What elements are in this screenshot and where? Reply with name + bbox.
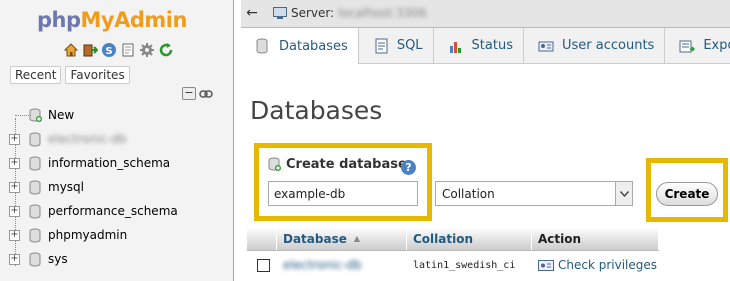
collation-select-value: Collation [442, 187, 495, 201]
navigation-panel: phpMyAdmin S Recent Favorites − New + el… [0, 0, 234, 281]
tree-label[interactable]: information_schema [48, 156, 170, 170]
collapse-all-button[interactable]: − [182, 87, 196, 100]
expand-icon[interactable]: + [9, 134, 20, 145]
tree-item-database[interactable]: + performance_schema [0, 200, 234, 224]
main-panel: ← Server: localhost:3306 Databases SQL S… [241, 0, 730, 281]
expand-icon[interactable]: + [9, 158, 20, 169]
table-row: electronic-db latin1_swedish_ci Check pr… [247, 251, 659, 279]
tab-label: Databases [279, 38, 348, 54]
row-select-cell [247, 258, 277, 272]
tab-sql[interactable]: SQL [359, 28, 434, 63]
home-icon[interactable] [63, 42, 79, 58]
create-button[interactable]: Create [656, 182, 718, 206]
nav-icon-toolbar: S [63, 42, 174, 58]
collation-select[interactable]: Collation [435, 181, 633, 206]
favorites-tab[interactable]: Favorites [65, 66, 130, 84]
tree-label[interactable]: sys [48, 252, 68, 266]
logo-php-text: php [37, 8, 81, 32]
new-database-icon [29, 108, 42, 123]
database-icon [29, 132, 41, 147]
phpmyadmin-logo[interactable]: phpMyAdmin [37, 8, 187, 32]
header-database[interactable]: Database ▲ [277, 227, 407, 250]
header-action: Action [532, 227, 659, 250]
tree-item-database[interactable]: + mysql [0, 176, 234, 200]
query-window-icon[interactable]: S [101, 42, 117, 58]
tab-status[interactable]: Status [434, 28, 524, 63]
database-tree: New + electronic-db + information_schema… [0, 104, 234, 272]
tab-databases[interactable]: Databases [241, 28, 359, 64]
new-database-icon [268, 157, 281, 171]
database-icon [255, 38, 271, 54]
recent-tab[interactable]: Recent [10, 66, 62, 84]
expand-icon[interactable]: + [9, 230, 20, 241]
tree-item-database[interactable]: + information_schema [0, 152, 234, 176]
create-database-text: Create database [286, 157, 407, 172]
user-accounts-icon [538, 38, 554, 54]
row-database-name[interactable]: electronic-db [277, 258, 407, 272]
logo-myadmin-text: MyAdmin [80, 8, 188, 32]
server-icon [273, 7, 287, 19]
tab-label: User accounts [561, 38, 655, 53]
tree-item-database[interactable]: + electronic-db [0, 128, 234, 152]
database-icon [29, 252, 41, 267]
server-breadcrumb[interactable]: Server: localhost:3306 [273, 6, 427, 20]
create-database-label: Create database [268, 157, 407, 172]
database-icon [29, 180, 41, 195]
main-tabs: Databases SQL Status User accounts Expor [241, 28, 730, 64]
page-title: Databases [250, 96, 383, 125]
row-collation: latin1_swedish_ci [413, 259, 516, 271]
databases-table: Database ▲ Collation Action electronic-d… [247, 227, 659, 279]
tab-user-accounts[interactable]: User accounts [524, 28, 666, 63]
tree-item-database[interactable]: + sys [0, 248, 234, 272]
sort-ascending-icon: ▲ [353, 234, 361, 243]
expand-icon[interactable]: + [9, 206, 20, 217]
tree-label[interactable]: phpmyadmin [48, 228, 127, 242]
reload-icon[interactable] [158, 42, 174, 58]
privileges-icon [538, 260, 554, 271]
top-breadcrumb-bar: ← Server: localhost:3306 [241, 0, 730, 28]
tab-label: Status [471, 38, 513, 53]
header-select-column [247, 227, 277, 250]
database-icon [29, 228, 41, 243]
link-with-main-icon[interactable] [199, 87, 213, 100]
chevron-down-icon[interactable] [615, 182, 632, 205]
export-icon [679, 38, 696, 54]
check-privileges-label: Check privileges [558, 258, 658, 272]
check-privileges-link[interactable]: Check privileges [532, 258, 659, 272]
tree-branch [15, 115, 29, 116]
status-icon [448, 38, 464, 54]
sql-icon [373, 38, 389, 54]
tab-label: Expor [703, 38, 730, 53]
expand-icon[interactable]: + [9, 182, 20, 193]
tree-controls: − [182, 87, 213, 100]
back-arrow-icon[interactable]: ← [243, 5, 261, 23]
tree-item-new[interactable]: New [0, 104, 234, 128]
tree-label[interactable]: performance_schema [48, 204, 178, 218]
expand-icon[interactable]: + [9, 254, 20, 265]
server-name[interactable]: localhost:3306 [338, 6, 426, 20]
documentation-icon[interactable] [120, 42, 136, 58]
table-header: Database ▲ Collation Action [247, 227, 659, 251]
tree-label[interactable]: mysql [48, 180, 84, 194]
nav-tabs: Recent Favorites [10, 66, 130, 84]
header-database-label: Database [283, 231, 347, 246]
tab-export[interactable]: Expor [665, 28, 730, 63]
help-icon[interactable]: ? [401, 160, 416, 175]
tree-item-database[interactable]: + phpmyadmin [0, 224, 234, 248]
header-collation[interactable]: Collation [407, 227, 532, 250]
tree-label[interactable]: New [48, 108, 74, 122]
exit-icon[interactable] [82, 42, 98, 58]
row-checkbox[interactable] [257, 258, 270, 272]
settings-icon[interactable] [139, 42, 155, 58]
tab-label: SQL [396, 38, 423, 53]
database-icon [29, 204, 41, 219]
tree-label[interactable]: electronic-db [48, 132, 127, 146]
server-label: Server: [291, 6, 335, 20]
svg-text:S: S [105, 46, 112, 57]
database-icon [29, 156, 41, 171]
database-name-input[interactable] [268, 181, 418, 206]
